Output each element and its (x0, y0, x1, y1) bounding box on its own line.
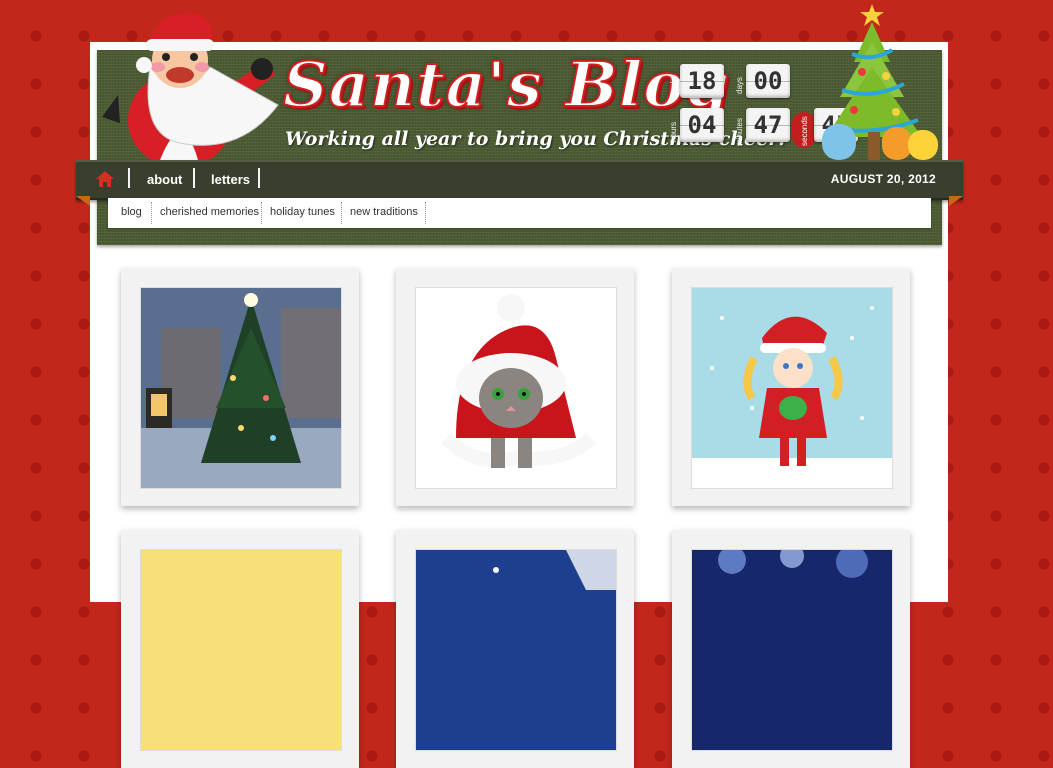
subnav-item-holiday-tunes[interactable]: holiday tunes (270, 206, 335, 218)
subnav-item-blog[interactable]: blog (121, 206, 142, 218)
kitten-santa-hat-photo[interactable] (416, 288, 616, 488)
nav-separator (258, 168, 260, 188)
christmas-girl-snow-photo[interactable] (692, 288, 892, 488)
gallery-card[interactable] (396, 530, 634, 768)
countdown-weeks: 18 (680, 64, 724, 98)
countdown-hours: 04 (680, 108, 724, 142)
nav-ribbon-left (76, 196, 90, 206)
subnav-item-cherished-memories[interactable]: cherished memories (160, 206, 259, 218)
nav-item-about[interactable]: about (147, 172, 182, 187)
countdown-minutes-label: minutes (735, 117, 744, 146)
christmas-tree-photo[interactable] (141, 288, 341, 488)
gallery-card[interactable] (672, 530, 910, 768)
countdown-seconds-label: seconds (800, 116, 809, 146)
subnav-separator (151, 202, 153, 224)
subnav-separator (341, 202, 343, 224)
countdown-days: 00 (746, 64, 790, 98)
countdown-minutes: 47 (746, 108, 790, 142)
gallery-card[interactable] (121, 530, 359, 768)
countdown-days-label: days (735, 77, 744, 94)
current-date: AUGUST 20, 2012 (830, 172, 936, 186)
countdown-hours-label: hours (669, 121, 678, 142)
nav-separator (193, 168, 195, 188)
subnav-separator (261, 202, 263, 224)
nav-separator (128, 168, 130, 188)
site-title[interactable]: Santa's Blog (282, 47, 730, 122)
santa-icon (102, 13, 279, 165)
nav-item-letters[interactable]: letters (211, 172, 250, 187)
yellow-photo[interactable] (141, 550, 341, 750)
nav-ribbon-right (949, 196, 963, 206)
subnav-separator (425, 202, 427, 224)
gallery-card[interactable] (396, 268, 634, 506)
christmas-tree-icon (822, 4, 938, 160)
bokeh-lights-photo[interactable] (692, 550, 892, 750)
countdown-weeks-label: weeks (669, 75, 678, 98)
gallery-card[interactable] (672, 268, 910, 506)
home-icon[interactable] (96, 170, 114, 188)
gallery-card[interactable] (121, 268, 359, 506)
blue-stars-photo[interactable] (416, 550, 616, 750)
subnav-item-new-traditions[interactable]: new traditions (350, 206, 418, 218)
